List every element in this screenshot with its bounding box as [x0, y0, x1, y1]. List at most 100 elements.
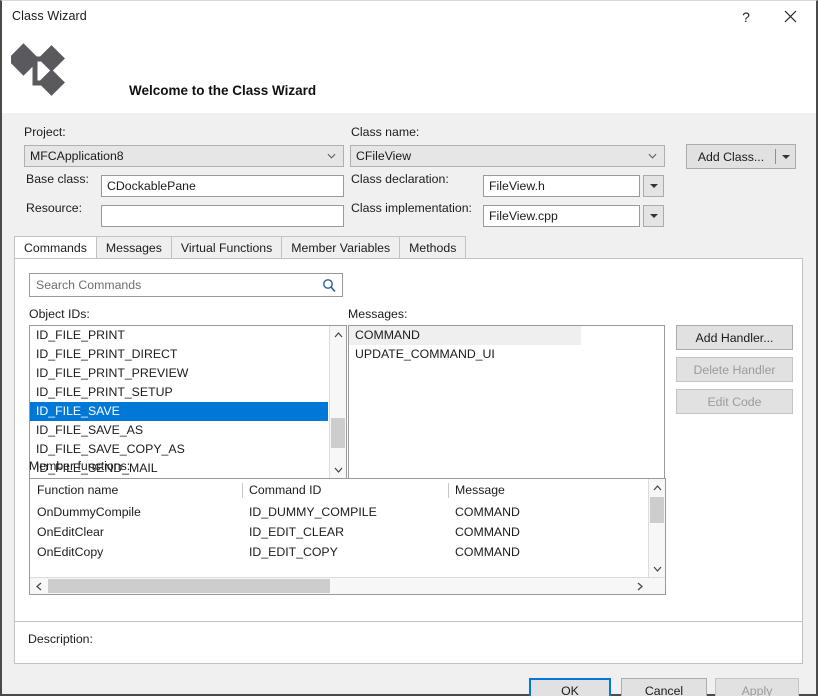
- list-item[interactable]: ID_FILE_SAVE_COPY_AS: [30, 440, 328, 459]
- cell-function-name: OnEditClear: [30, 522, 242, 542]
- messages-listbox[interactable]: COMMAND UPDATE_COMMAND_UI: [348, 325, 665, 479]
- ok-button[interactable]: OK: [529, 678, 611, 696]
- class-declaration-value: FileView.h: [489, 179, 545, 193]
- tab-label: Methods: [409, 241, 456, 255]
- tab-label: Commands: [24, 241, 87, 255]
- tab-label: Member Variables: [291, 241, 390, 255]
- banner: Welcome to the Class Wizard: [2, 32, 816, 113]
- column-header-function-name[interactable]: Function name: [30, 479, 242, 502]
- add-handler-button[interactable]: Add Handler...: [676, 325, 793, 350]
- tab-commands[interactable]: Commands: [14, 236, 97, 258]
- add-class-button[interactable]: Add Class...: [686, 144, 796, 169]
- add-class-label: Add Class...: [687, 150, 775, 164]
- chevron-down-icon: [782, 153, 790, 161]
- scroll-down-arrow-icon[interactable]: [330, 461, 346, 478]
- base-class-label: Base class:: [26, 172, 89, 186]
- search-icon[interactable]: [316, 278, 342, 292]
- scroll-up-arrow-icon[interactable]: [649, 479, 665, 496]
- base-class-value: CDockablePane: [107, 179, 196, 193]
- search-input[interactable]: [30, 277, 316, 293]
- list-item[interactable]: ID_FILE_PRINT_SETUP: [30, 383, 328, 402]
- class-implementation-value: FileView.cpp: [489, 209, 558, 223]
- class-name-combo[interactable]: CFileView: [350, 145, 665, 167]
- delete-handler-button[interactable]: Delete Handler: [676, 357, 793, 382]
- add-class-dropdown-button[interactable]: [776, 153, 795, 161]
- member-functions-vertical-scrollbar[interactable]: [648, 479, 665, 577]
- cell-command-id: ID_EDIT_CLEAR: [242, 522, 448, 542]
- cell-message: COMMAND: [448, 502, 648, 522]
- resource-field[interactable]: [101, 205, 344, 227]
- class-implementation-dropdown-button[interactable]: [643, 205, 664, 227]
- chevron-down-icon: [650, 182, 658, 190]
- button-label: Delete Handler: [693, 363, 775, 377]
- class-implementation-label: Class implementation:: [351, 201, 472, 215]
- member-functions-horizontal-scrollbar[interactable]: [30, 577, 665, 594]
- tab-strip: Commands Messages Virtual Functions Memb…: [14, 236, 465, 258]
- dialog-body: Project: Class name: Base class: Class d…: [2, 113, 816, 694]
- column-header-message[interactable]: Message: [448, 479, 648, 502]
- class-declaration-label: Class declaration:: [351, 172, 449, 186]
- class-wizard-icon: [11, 37, 67, 104]
- chevron-down-icon: [648, 152, 657, 161]
- list-item[interactable]: ID_FILE_PRINT: [30, 326, 328, 345]
- window-title: Class Wizard: [12, 9, 87, 23]
- class-wizard-dialog: Class Wizard ? Welcome to the Cla: [0, 0, 818, 696]
- class-name-value: CFileView: [356, 149, 411, 163]
- chevron-down-icon: [650, 212, 658, 220]
- tab-virtual-functions[interactable]: Virtual Functions: [171, 236, 282, 258]
- table-row[interactable]: OnDummyCompile ID_DUMMY_COMPILE COMMAND: [30, 502, 648, 522]
- edit-code-button[interactable]: Edit Code: [676, 389, 793, 414]
- list-item[interactable]: UPDATE_COMMAND_UI: [349, 345, 664, 364]
- button-label: Apply: [742, 684, 773, 696]
- footer: OK Cancel Apply: [2, 664, 816, 694]
- table-row[interactable]: OnEditCopy ID_EDIT_COPY COMMAND: [30, 542, 648, 562]
- scrollbar-thumb[interactable]: [650, 497, 664, 523]
- cell-function-name: OnEditCopy: [30, 542, 242, 562]
- list-item-highlighted[interactable]: COMMAND: [349, 326, 581, 345]
- member-functions-grid[interactable]: Function name Command ID Message OnDummy…: [29, 478, 666, 595]
- cancel-button[interactable]: Cancel: [621, 678, 707, 696]
- resource-label: Resource:: [26, 201, 82, 215]
- base-class-field[interactable]: CDockablePane: [101, 175, 344, 197]
- commands-tab-panel: Object IDs: ID_FILE_PRINT ID_FILE_PRINT_…: [14, 258, 803, 622]
- messages-label: Messages:: [348, 307, 407, 321]
- list-item[interactable]: ID_FILE_SAVE_AS: [30, 421, 328, 440]
- column-header-command-id[interactable]: Command ID: [242, 479, 448, 502]
- button-label: OK: [561, 684, 579, 696]
- member-functions-label: Member functions:: [29, 459, 130, 473]
- cell-command-id: ID_EDIT_COPY: [242, 542, 448, 562]
- cell-message: COMMAND: [448, 522, 648, 542]
- class-implementation-field[interactable]: FileView.cpp: [483, 205, 640, 227]
- class-declaration-dropdown-button[interactable]: [643, 175, 664, 197]
- cell-function-name: OnDummyCompile: [30, 502, 242, 522]
- project-combo[interactable]: MFCApplication8: [24, 145, 344, 167]
- tab-methods[interactable]: Methods: [399, 236, 466, 258]
- tab-label: Virtual Functions: [181, 241, 272, 255]
- scroll-up-arrow-icon[interactable]: [330, 326, 346, 343]
- close-button[interactable]: [768, 1, 812, 32]
- list-item-selected[interactable]: ID_FILE_SAVE: [30, 402, 328, 421]
- class-declaration-field[interactable]: FileView.h: [483, 175, 640, 197]
- table-row[interactable]: OnEditClear ID_EDIT_CLEAR COMMAND: [30, 522, 648, 542]
- object-ids-label: Object IDs:: [29, 307, 90, 321]
- button-label: Add Handler...: [696, 331, 774, 345]
- object-ids-vertical-scrollbar[interactable]: [329, 326, 346, 478]
- list-item[interactable]: ID_FILE_PRINT_PREVIEW: [30, 364, 328, 383]
- scroll-right-arrow-icon[interactable]: [631, 578, 648, 594]
- object-ids-listbox[interactable]: ID_FILE_PRINT ID_FILE_PRINT_DIRECT ID_FI…: [29, 325, 347, 479]
- description-panel: Description:: [14, 622, 803, 664]
- scrollbar-thumb[interactable]: [48, 579, 330, 593]
- search-box[interactable]: [29, 273, 343, 297]
- help-button[interactable]: ?: [724, 1, 768, 32]
- tab-messages[interactable]: Messages: [96, 236, 172, 258]
- project-label: Project:: [24, 125, 66, 139]
- apply-button[interactable]: Apply: [715, 678, 799, 696]
- cell-command-id: ID_DUMMY_COMPILE: [242, 502, 448, 522]
- scroll-down-arrow-icon[interactable]: [649, 560, 665, 577]
- scroll-left-arrow-icon[interactable]: [30, 578, 47, 594]
- project-value: MFCApplication8: [30, 149, 124, 163]
- tab-member-variables[interactable]: Member Variables: [281, 236, 400, 258]
- list-item[interactable]: ID_FILE_PRINT_DIRECT: [30, 345, 328, 364]
- scrollbar-thumb[interactable]: [331, 418, 345, 448]
- description-label: Description:: [28, 632, 93, 646]
